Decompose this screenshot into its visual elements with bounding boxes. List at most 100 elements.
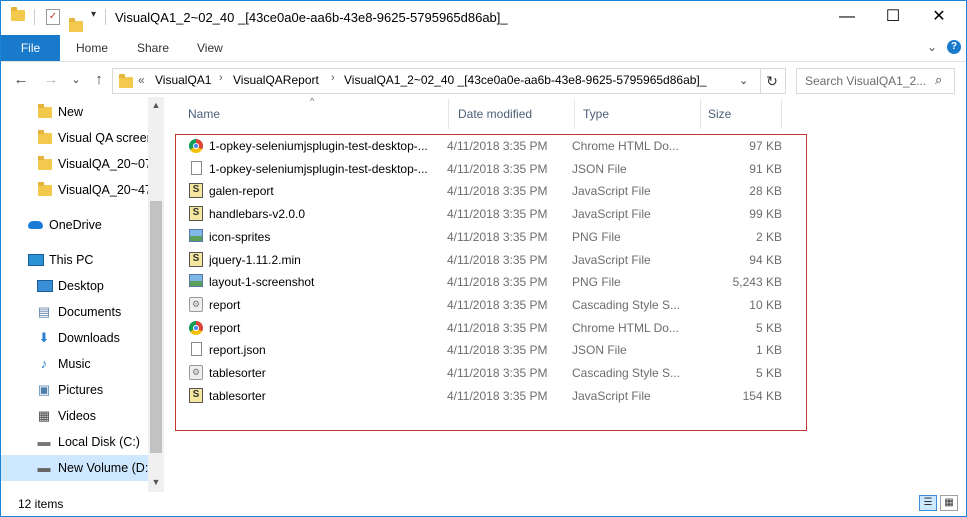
sidebar-item-label: Documents bbox=[58, 305, 122, 319]
help-icon[interactable]: ? bbox=[947, 40, 961, 54]
file-size: 99 KB bbox=[749, 207, 782, 222]
large-icons-view-button[interactable]: ▦ bbox=[940, 495, 958, 511]
tab-share[interactable]: Share bbox=[137, 35, 169, 61]
breadcrumb-item[interactable]: VisualQAReport bbox=[233, 73, 319, 87]
column-header-date[interactable]: Date modified bbox=[458, 107, 532, 121]
css-file-icon: ⚙ bbox=[189, 296, 203, 312]
file-date: 4/11/2018 3:35 PM bbox=[447, 184, 548, 199]
file-date: 4/11/2018 3:35 PM bbox=[447, 139, 548, 153]
navigation-scrollbar[interactable]: ▲ ▼ bbox=[148, 97, 164, 492]
minimize-button[interactable]: — bbox=[824, 1, 870, 33]
file-row[interactable]: ⚙ report 4/11/2018 3:35 PM Cascading Sty… bbox=[176, 294, 806, 316]
file-row[interactable]: layout-1-screenshot 4/11/2018 3:35 PM PN… bbox=[176, 271, 806, 293]
column-header-type[interactable]: Type bbox=[583, 107, 609, 121]
back-button[interactable]: ← bbox=[12, 71, 30, 88]
search-input[interactable]: Search VisualQA1_2... bbox=[805, 74, 926, 88]
file-date: 4/11/2018 3:35 PM bbox=[447, 366, 548, 380]
refresh-button[interactable]: ↻ bbox=[759, 68, 786, 94]
forward-button[interactable]: → bbox=[42, 71, 60, 88]
file-row[interactable]: S tablesorter 4/11/2018 3:35 PM JavaScri… bbox=[176, 385, 806, 407]
file-row[interactable]: 1-opkey-seleniumjsplugin-test-desktop-..… bbox=[176, 135, 806, 157]
file-row[interactable]: S handlebars-v2.0.0 4/11/2018 3:35 PM Ja… bbox=[176, 203, 806, 225]
properties-icon[interactable]: ✓ bbox=[46, 9, 60, 25]
column-divider[interactable] bbox=[781, 99, 782, 129]
sidebar-item-onedrive[interactable]: OneDrive bbox=[1, 212, 148, 238]
address-dropdown-icon[interactable]: ⌄ bbox=[739, 74, 748, 87]
tab-home[interactable]: Home bbox=[76, 35, 108, 61]
column-divider[interactable] bbox=[448, 99, 449, 129]
search-icon[interactable]: ⌕ bbox=[935, 72, 942, 88]
file-date: 4/11/2018 3:35 PM bbox=[447, 320, 548, 335]
file-type: JSON File bbox=[572, 343, 627, 358]
sidebar-item-pictures[interactable]: ▣ Pictures bbox=[1, 377, 148, 403]
sidebar-item-label: Pictures bbox=[58, 383, 104, 397]
tab-view[interactable]: View bbox=[197, 35, 223, 61]
sidebar-item-downloads[interactable]: ⬇ Downloads bbox=[1, 325, 148, 351]
sidebar-item-visual-qa-screens[interactable]: Visual QA screens bbox=[1, 125, 148, 151]
sidebar-item-visualqa-47[interactable]: VisualQA_20~47_ bbox=[1, 177, 148, 203]
scrollbar-thumb[interactable] bbox=[150, 201, 162, 453]
file-type: Cascading Style S... bbox=[572, 366, 681, 380]
file-date: 4/11/2018 3:35 PM bbox=[447, 252, 548, 267]
scroll-up-icon[interactable]: ▲ bbox=[148, 100, 164, 110]
new-folder-icon[interactable] bbox=[69, 18, 83, 32]
file-name: layout-1-screenshot bbox=[209, 275, 315, 290]
sidebar-item-local-disk-c[interactable]: ▬ Local Disk (C:) bbox=[1, 429, 148, 455]
sidebar-item-label: Desktop bbox=[58, 279, 104, 293]
address-bar[interactable]: « VisualQA1 › VisualQAReport › VisualQA1… bbox=[112, 68, 761, 94]
sidebar-item-visualqa-07[interactable]: VisualQA_20~07_ bbox=[1, 151, 148, 177]
sidebar-item-videos[interactable]: ▦ Videos bbox=[1, 403, 148, 429]
file-size: 154 KB bbox=[742, 388, 782, 403]
file-size: 91 KB bbox=[749, 161, 782, 176]
sidebar-item-label: Downloads bbox=[58, 331, 120, 345]
sidebar-item-label: Music bbox=[58, 357, 91, 371]
file-size: 2 KB bbox=[755, 229, 782, 244]
sidebar-item-new[interactable]: New bbox=[1, 99, 148, 125]
sidebar-item-this-pc[interactable]: This PC bbox=[1, 247, 148, 273]
column-header-size[interactable]: Size bbox=[708, 107, 731, 121]
videos-icon: ▦ bbox=[37, 408, 51, 423]
scroll-down-icon[interactable]: ▼ bbox=[148, 477, 164, 487]
quick-access-dropdown-icon[interactable]: ▾ bbox=[91, 9, 96, 20]
sidebar-item-label: VisualQA_20~07_ bbox=[58, 157, 148, 171]
sidebar-item-documents[interactable]: ▤ Documents bbox=[1, 299, 148, 325]
file-type: JSON File bbox=[572, 161, 627, 176]
column-divider[interactable] bbox=[700, 99, 701, 129]
sidebar-item-music[interactable]: ♪ Music bbox=[1, 351, 148, 377]
recent-locations-button[interactable]: ⌄ bbox=[67, 73, 85, 86]
file-row[interactable]: S jquery-1.11.2.min 4/11/2018 3:35 PM Ja… bbox=[176, 249, 806, 271]
breadcrumb-overflow[interactable]: « bbox=[138, 73, 145, 87]
breadcrumb-item[interactable]: VisualQA1 bbox=[155, 73, 211, 87]
column-divider[interactable] bbox=[574, 99, 575, 129]
up-button[interactable]: ↑ bbox=[90, 71, 108, 88]
details-view-button[interactable]: ☰ bbox=[919, 495, 937, 511]
breadcrumb-separator-icon[interactable]: › bbox=[331, 72, 335, 84]
breadcrumb-separator-icon[interactable]: › bbox=[219, 72, 223, 84]
desktop-icon bbox=[37, 280, 53, 292]
file-row[interactable]: report.json 4/11/2018 3:35 PM JSON File … bbox=[176, 339, 806, 361]
file-size: 5 KB bbox=[755, 320, 782, 335]
file-row[interactable]: S galen-report 4/11/2018 3:35 PM JavaScr… bbox=[176, 180, 806, 202]
music-icon: ♪ bbox=[40, 356, 48, 371]
sidebar-item-new-volume-d[interactable]: ▬ New Volume (D:) bbox=[1, 455, 148, 481]
title-bar: ✓ ▾ VisualQA1_2~02_40 _[43ce0a0e-aa6b-43… bbox=[1, 1, 966, 35]
file-row[interactable]: report 4/11/2018 3:35 PM Chrome HTML Do.… bbox=[176, 317, 806, 339]
highlighted-file-group: 1-opkey-seleniumjsplugin-test-desktop-..… bbox=[175, 134, 807, 431]
tab-file[interactable]: File bbox=[1, 35, 60, 61]
search-box[interactable]: Search VisualQA1_2... ⌕ bbox=[796, 68, 955, 94]
file-name: 1-opkey-seleniumjsplugin-test-desktop-..… bbox=[209, 161, 428, 176]
file-type: JavaScript File bbox=[572, 184, 651, 199]
maximize-button[interactable]: ☐ bbox=[870, 1, 916, 33]
json-file-icon bbox=[191, 342, 202, 357]
file-row[interactable]: 1-opkey-seleniumjsplugin-test-desktop-..… bbox=[176, 158, 806, 180]
sidebar-item-desktop[interactable]: Desktop bbox=[1, 273, 148, 299]
file-size: 94 KB bbox=[749, 252, 782, 267]
file-date: 4/11/2018 3:35 PM bbox=[447, 207, 548, 222]
folder-icon bbox=[38, 156, 52, 170]
breadcrumb-current[interactable]: VisualQA1_2~02_40 _[43ce0a0e-aa6b-43e8-9… bbox=[344, 73, 706, 87]
column-header-name[interactable]: Name bbox=[188, 107, 220, 121]
expand-ribbon-icon[interactable]: ⌄ bbox=[927, 40, 937, 54]
file-row[interactable]: icon-sprites 4/11/2018 3:35 PM PNG File … bbox=[176, 226, 806, 248]
close-button[interactable]: ✕ bbox=[916, 1, 962, 33]
file-row[interactable]: ⚙ tablesorter 4/11/2018 3:35 PM Cascadin… bbox=[176, 362, 806, 384]
